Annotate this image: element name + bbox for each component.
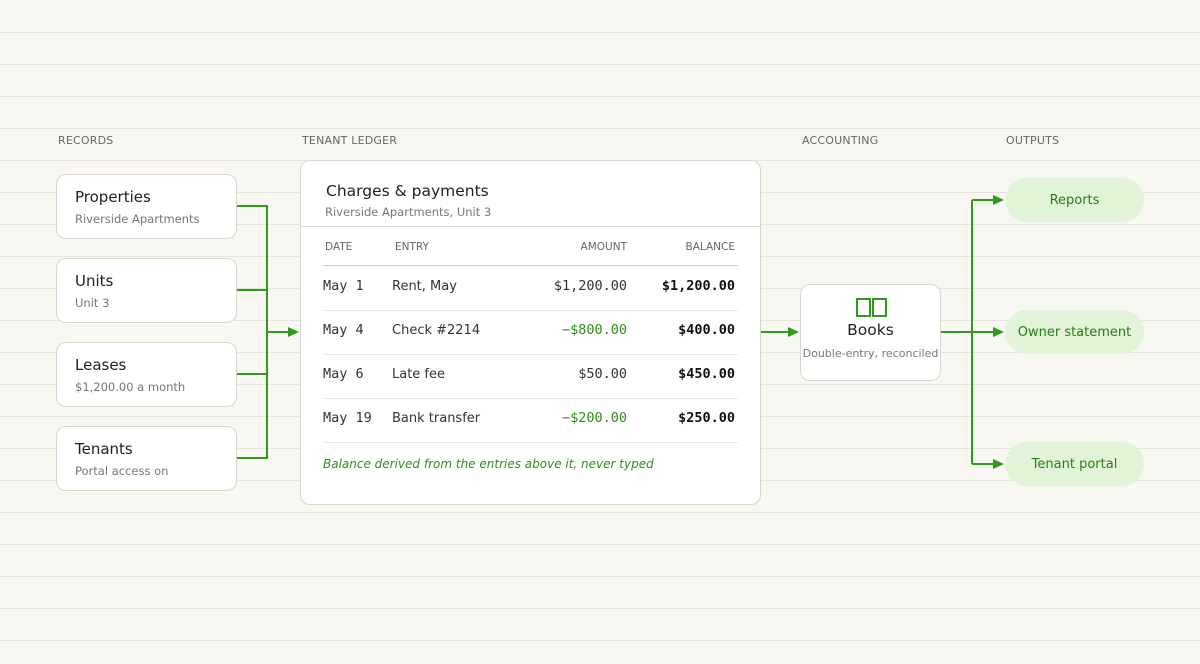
column-header-entry: ENTRY xyxy=(395,241,429,253)
books-subtitle: Double-entry, reconciled xyxy=(802,347,939,360)
section-label-records: RECORDS xyxy=(58,134,114,147)
record-card-properties[interactable]: Properties Riverside Apartments xyxy=(56,174,237,239)
books-card[interactable]: Books Double-entry, reconciled xyxy=(800,284,941,381)
row-entry: Late fee xyxy=(392,367,446,382)
row-date: May 1 xyxy=(323,278,364,294)
output-owner-statement[interactable]: Owner statement xyxy=(1005,310,1144,354)
row-amount: −$800.00 xyxy=(561,322,627,338)
table-row[interactable]: May 4 Check #2214 −$800.00 $400.00 xyxy=(323,310,738,355)
record-subtitle: $1,200.00 a month xyxy=(75,380,186,394)
column-header-date: DATE xyxy=(325,241,353,253)
ledger-divider xyxy=(301,226,760,227)
record-card-units[interactable]: Units Unit 3 xyxy=(56,258,237,323)
table-row[interactable]: May 6 Late fee $50.00 $450.00 xyxy=(323,354,738,399)
row-date: May 6 xyxy=(323,366,364,382)
connector-tenants xyxy=(237,332,268,459)
record-title: Leases xyxy=(75,356,127,374)
book-icon xyxy=(856,298,887,317)
row-amount: −$200.00 xyxy=(561,410,627,426)
row-balance: $450.00 xyxy=(678,366,735,382)
arrowhead-tenant-portal xyxy=(993,459,1004,469)
row-balance: $250.00 xyxy=(678,410,735,426)
record-title: Units xyxy=(75,272,114,290)
section-label-outputs: OUTPUTS xyxy=(1006,134,1060,147)
ledger-subtitle: Riverside Apartments, Unit 3 xyxy=(325,205,492,219)
row-entry: Bank transfer xyxy=(392,411,481,426)
table-row[interactable]: May 19 Bank transfer −$200.00 $250.00 xyxy=(323,398,738,443)
arrowhead-ledger xyxy=(288,327,299,337)
books-title: Books xyxy=(847,321,894,339)
row-balance: $400.00 xyxy=(678,322,735,338)
ledger-note: Balance derived from the entries above i… xyxy=(323,457,654,471)
row-entry: Check #2214 xyxy=(392,323,481,338)
output-reports[interactable]: Reports xyxy=(1005,178,1144,222)
record-card-leases[interactable]: Leases $1,200.00 a month xyxy=(56,342,237,407)
record-card-tenants[interactable]: Tenants Portal access on xyxy=(56,426,237,491)
ledger-card: Charges & payments Riverside Apartments,… xyxy=(300,160,761,505)
row-entry: Rent, May xyxy=(392,279,457,294)
arrowhead-books xyxy=(788,327,799,337)
ledger-title: Charges & payments xyxy=(326,182,489,200)
record-subtitle: Unit 3 xyxy=(75,296,110,310)
record-subtitle: Riverside Apartments xyxy=(75,212,200,226)
output-tenant-portal[interactable]: Tenant portal xyxy=(1005,442,1144,486)
arrowhead-owner-statement xyxy=(993,327,1004,337)
section-label-tenant-ledger: TENANT LEDGER xyxy=(302,134,398,147)
record-title: Tenants xyxy=(75,440,133,458)
row-balance: $1,200.00 xyxy=(661,278,735,294)
column-header-amount: AMOUNT xyxy=(580,241,627,253)
record-title: Properties xyxy=(75,188,151,206)
table-row[interactable]: May 1 Rent, May $1,200.00 $1,200.00 xyxy=(323,266,738,311)
arrowhead-reports xyxy=(993,195,1004,205)
row-date: May 19 xyxy=(323,410,372,426)
column-header-balance: BALANCE xyxy=(685,241,735,253)
row-amount: $1,200.00 xyxy=(553,278,627,294)
row-amount: $50.00 xyxy=(578,366,627,382)
connector-properties xyxy=(237,205,268,332)
record-subtitle: Portal access on xyxy=(75,464,169,478)
row-date: May 4 xyxy=(323,322,364,338)
section-label-accounting: ACCOUNTING xyxy=(802,134,879,147)
